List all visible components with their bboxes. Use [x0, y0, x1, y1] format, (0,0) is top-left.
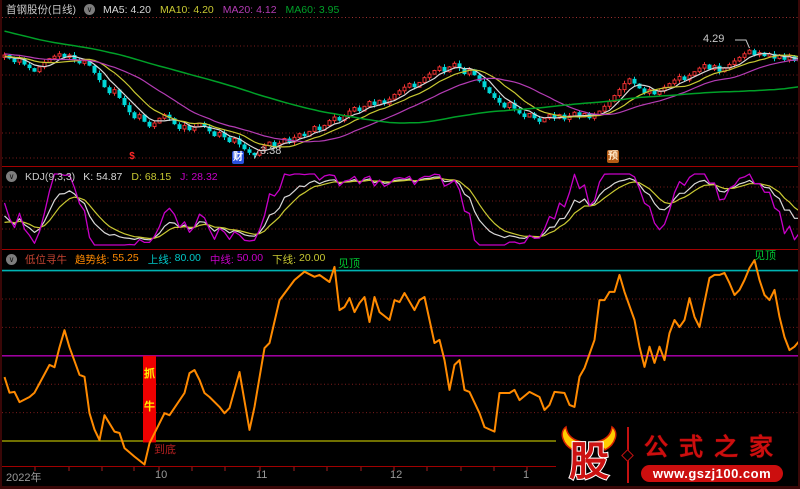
kdj-panel-header: ∨ KDJ(9,3,3) K: 54.87 D: 68.15 J: 28.32: [6, 169, 218, 184]
event-badge-icon[interactable]: $: [126, 150, 138, 163]
price-panel[interactable]: [2, 30, 800, 159]
stock-app-window: 首钢股份(日线) ∨ MA5: 4.20 MA10: 4.20 MA20: 4.12 MA6…: [0, 0, 800, 489]
ind-items-3: 下线: 20.00: [272, 252, 326, 266]
kdj-title: KDJ(9,3,3): [25, 170, 76, 183]
indicator-values-group: 趋势线: 55.25 上线: 80.00 中线: 50.00 下线: 20.00: [75, 252, 325, 267]
axis-label-1: 10: [155, 469, 168, 481]
ma-items-1: MA10: 4.20: [159, 3, 214, 16]
axis-label-3: 12: [390, 469, 403, 481]
low-price-label: 3.38: [260, 145, 282, 157]
ma-items-2: MA20: 4.12: [222, 3, 277, 16]
date-axis: [34, 467, 562, 471]
event-badge-icon[interactable]: 预: [607, 150, 619, 163]
event-badge-icon[interactable]: 财: [232, 151, 244, 164]
high-price-label: 4.29: [703, 33, 725, 45]
kdj-items-2: J: 28.32: [180, 170, 218, 183]
axis-label-4: 1: [523, 469, 530, 481]
axis-label-2: 11: [256, 469, 268, 481]
kdj-values-group: K: 54.87 D: 68.15 J: 28.32: [83, 171, 217, 183]
emblem-character: 股: [569, 439, 609, 484]
ind-items-0: 趋势线: 55.25: [75, 252, 139, 266]
bull-stock-emblem: 股: [561, 425, 617, 485]
site-name: 公式之家: [644, 435, 784, 461]
kdj-items-0: K: 54.87: [83, 170, 123, 183]
indicator-panel-header: ∨ 低位寻牛 趋势线: 55.25 上线: 80.00 中线: 50.00 下线: 20.00: [6, 252, 325, 267]
k-line: [4, 176, 798, 241]
ind-items-2: 中线: 50.00: [209, 252, 264, 266]
diamond-icon: [621, 448, 634, 462]
logo-divider: [621, 426, 634, 483]
ma-items-3: MA60: 3.95: [285, 3, 340, 16]
sell-top-label-1: 见顶: [338, 258, 360, 270]
axis-label-0: 2022年: [6, 472, 42, 484]
ma-items-0: MA5: 4.20: [103, 3, 151, 16]
ma20-line: [4, 53, 798, 143]
kdj-items-1: D: 68.15: [131, 170, 172, 183]
chart-canvas[interactable]: [2, 0, 800, 489]
sell-top-label-2: 见顶: [754, 250, 776, 262]
j-line: [3, 173, 798, 246]
indicator-title: 低位寻牛: [25, 254, 67, 266]
price-panel-header: 首钢股份(日线) ∨ MA5: 4.20 MA10: 4.20 MA20: 4.12 MA6…: [6, 2, 339, 17]
panel-separators: [2, 17, 798, 467]
site-watermark: 股 公式之家 www.gszj100.com: [556, 422, 798, 486]
kdj-panel[interactable]: [3, 173, 800, 246]
collapse-chevron-icon[interactable]: ∨: [84, 4, 95, 15]
catch-bull-signal-label: 抓牛: [144, 367, 155, 413]
ind-items-1: 上线: 80.00: [147, 252, 201, 266]
reach-bottom-label: 到底: [154, 444, 176, 456]
high-label-connector: [735, 39, 750, 49]
collapse-chevron-icon[interactable]: ∨: [6, 171, 17, 182]
site-url-badge: www.gszj100.com: [640, 465, 784, 482]
ma-values-group: MA5: 4.20 MA10: 4.20 MA20: 4.12 MA60: 3.95: [103, 4, 339, 16]
collapse-chevron-icon[interactable]: ∨: [6, 254, 17, 265]
stock-title: 首钢股份(日线): [6, 4, 76, 16]
